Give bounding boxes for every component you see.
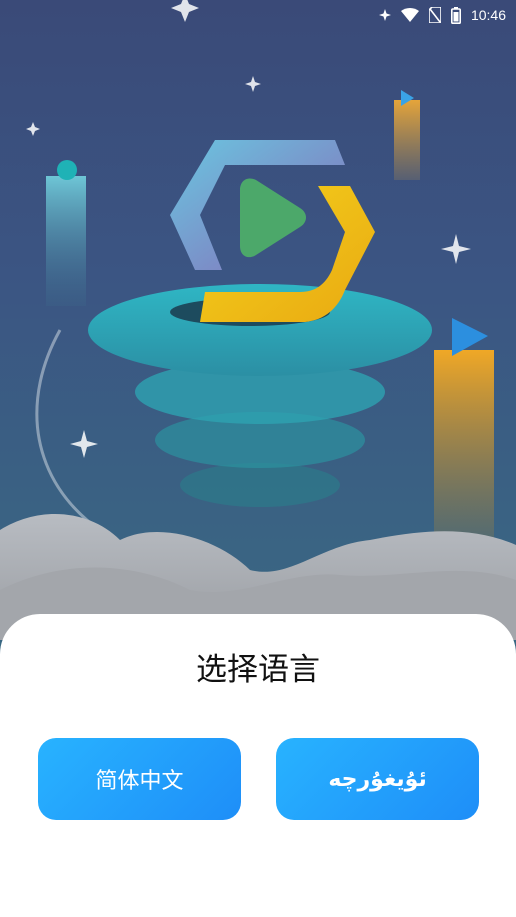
dialog-title: 选择语言 (196, 652, 320, 688)
uyghur-button[interactable]: ئۇيغۇرچە (276, 738, 479, 820)
sparkle-icon (378, 9, 391, 21)
battery-icon (450, 6, 461, 24)
wifi-icon (400, 8, 419, 22)
splash-illustration (0, 0, 516, 640)
status-bar: 10:46 (0, 0, 516, 30)
language-select-sheet: 选择语言 简体中文 ئۇيغۇرچە (0, 614, 516, 917)
no-sim-icon (428, 7, 441, 23)
status-time: 10:46 (470, 7, 506, 23)
simplified-chinese-button[interactable]: 简体中文 (38, 738, 241, 820)
